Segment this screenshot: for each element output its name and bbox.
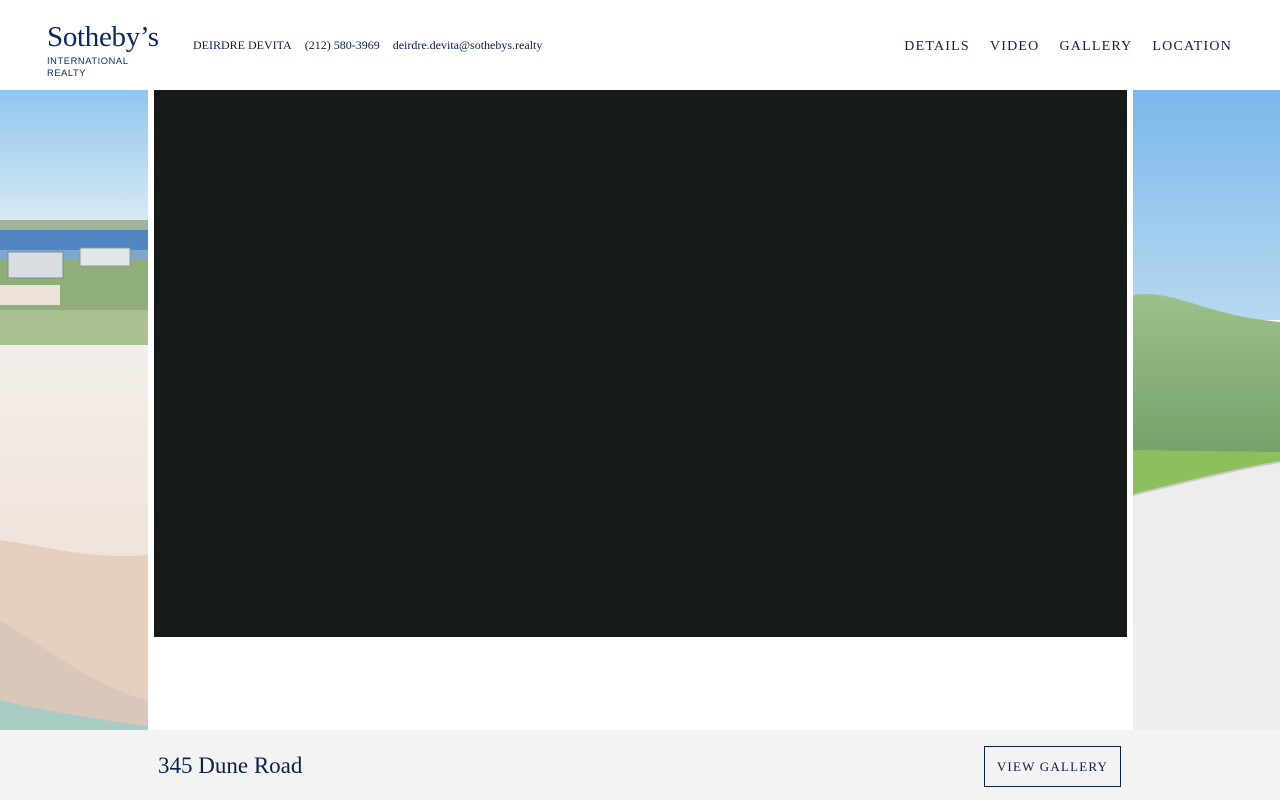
- agent-phone[interactable]: (212) 580-3969: [305, 38, 380, 52]
- logo-subtitle: INTERNATIONAL REALTY: [47, 56, 129, 78]
- main-nav: DETAILS VIDEO GALLERY LOCATION: [888, 37, 1232, 55]
- nav-location[interactable]: LOCATION: [1152, 39, 1232, 55]
- listing-footer: 345 Dune Road VIEW GALLERY: [0, 730, 1280, 800]
- agent-contact: DEIRDRE DEVITA (212) 580-3969 deirdre.de…: [193, 38, 552, 52]
- agent-email[interactable]: deirdre.devita@sothebys.realty: [393, 38, 543, 52]
- view-gallery-button[interactable]: VIEW GALLERY: [984, 746, 1121, 787]
- driveway-photo[interactable]: [1133, 90, 1280, 730]
- nav-gallery[interactable]: GALLERY: [1059, 39, 1132, 55]
- nav-details[interactable]: DETAILS: [904, 39, 970, 55]
- nav-video[interactable]: VIDEO: [990, 39, 1040, 55]
- site-header: Sotheby’s INTERNATIONAL REALTY DEIRDRE D…: [0, 0, 1280, 90]
- property-video[interactable]: [154, 90, 1127, 637]
- property-address: 345 Dune Road: [158, 753, 303, 778]
- beach-aerial-photo[interactable]: [0, 90, 148, 730]
- logo-wordmark: Sotheby’s: [47, 21, 159, 53]
- agent-name: DEIRDRE DEVITA: [193, 38, 292, 52]
- sothebys-logo[interactable]: Sotheby’s INTERNATIONAL REALTY: [47, 21, 167, 78]
